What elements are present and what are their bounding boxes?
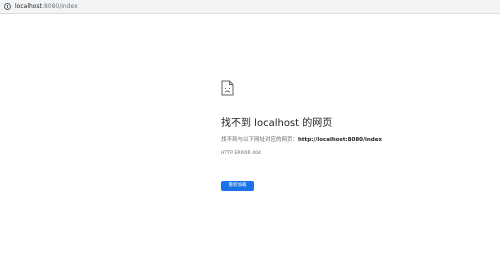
info-icon[interactable] <box>4 3 11 10</box>
description-prefix: 找不到与以下网址对应的网页： <box>221 137 299 143</box>
sad-page-icon <box>221 80 234 96</box>
url-text[interactable]: localhost:8080/index <box>15 0 78 14</box>
description-url: http://localhost:8080/index <box>298 137 382 143</box>
error-description: 找不到与以下网址对应的网页：http://localhost:8080/inde… <box>221 136 382 144</box>
url-host: localhost <box>15 2 42 10</box>
url-path: :8080/index <box>41 2 78 10</box>
reload-button[interactable]: 重新加载 <box>221 181 254 191</box>
address-bar[interactable]: localhost:8080/index <box>0 0 500 14</box>
page-title: 找不到 localhost 的网页 <box>221 118 333 129</box>
error-code: HTTP ERROR 404 <box>221 151 262 156</box>
